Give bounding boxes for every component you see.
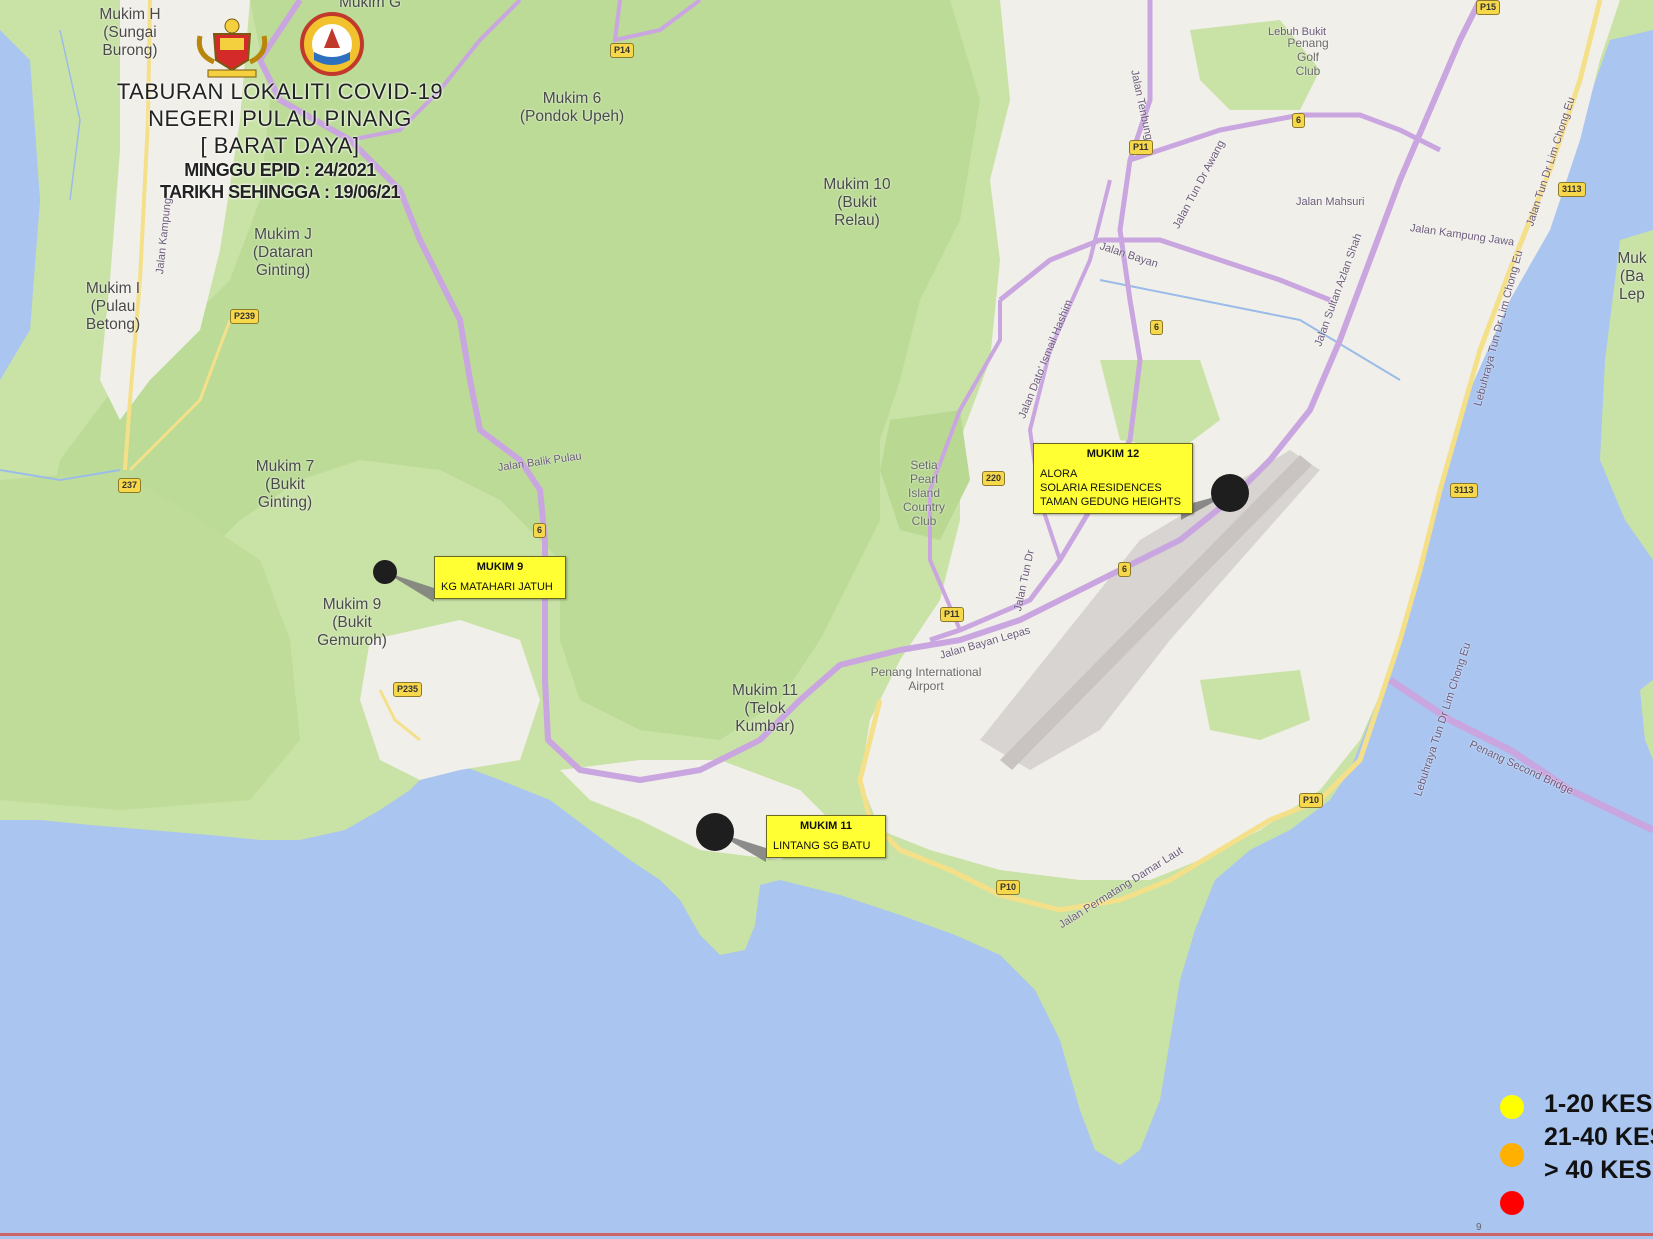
- route-p239-shield: P239: [230, 309, 260, 324]
- callout-mukim-12-title: MUKIM 12: [1086, 448, 1140, 460]
- footer-line: [0, 1233, 1653, 1236]
- callout-mukim-12: MUKIM 12 ALORA SOLARIA RESIDENCES TAMAN GED…: [1033, 443, 1193, 514]
- map-title-block: TABURAN LOKALITI COVID-19 NEGERI PULAU P…: [100, 78, 460, 203]
- title-date: TARIKH SEHINGGA : 19/06/21: [159, 182, 401, 202]
- route-p10-shield-b: P10: [996, 880, 1021, 895]
- mukim-i-label: Mukim I (Pulau Betong): [85, 280, 141, 333]
- callout-mukim-11-locality-0: LINTANG SG BATU: [773, 840, 871, 852]
- malaysia-coat-of-arms-logo: [192, 14, 272, 80]
- route-p235-shield: P235: [393, 682, 423, 697]
- route-237-shield: 237: [118, 478, 142, 493]
- mukim-11-label: Mukim 11 (Telok Kumbar): [731, 682, 799, 735]
- title-line-2: NEGERI PULAU PINANG: [148, 106, 412, 131]
- callout-mukim-9-title: MUKIM 9: [476, 561, 524, 573]
- jalan-mahsuri-label: Jalan Mahsuri: [1296, 196, 1365, 208]
- legend-dot-over-40: [1500, 1191, 1524, 1215]
- route-6-shield-b: 6: [1150, 320, 1164, 335]
- callout-mukim-11: MUKIM 11 LINTANG SG BATU: [766, 815, 886, 858]
- route-3113-shield-b: 3113: [1450, 483, 1478, 498]
- mukim-6-label: Mukim 6 (Pondok Upeh): [519, 90, 625, 125]
- legend-dot-1-20: [1500, 1095, 1524, 1119]
- route-6-shield-a: 6: [1292, 113, 1306, 128]
- callout-mukim-9: MUKIM 9 KG MATAHARI JATUH: [434, 556, 566, 599]
- legend-label-1-20: 1-20 KES: [1544, 1090, 1653, 1118]
- mukim-7-label: Mukim 7 (Bukit Ginting): [255, 458, 315, 511]
- route-6-shield-d: 6: [1118, 562, 1132, 577]
- title-epid-week: MINGGU EPID : 24/2021: [184, 160, 376, 180]
- state-health-department-logo: [300, 12, 364, 76]
- lebuh-bukit-label: Lebuh Bukit: [1268, 26, 1327, 38]
- mukim-h-label: Mukim H (Sungai Burong): [99, 6, 161, 59]
- route-p11-shield: P11: [1129, 140, 1153, 155]
- route-6-shield-c: 6: [533, 523, 547, 538]
- route-220-shield: 220: [982, 471, 1006, 486]
- callout-mukim-11-title: MUKIM 11: [800, 820, 852, 832]
- callout-mukim-12-locality-2: TAMAN GEDUNG HEIGHTS: [1040, 496, 1181, 508]
- route-p15-shield: P15: [1476, 0, 1501, 15]
- route-p10-shield-a: P10: [1299, 793, 1324, 808]
- route-3113-shield-a: 3113: [1558, 182, 1586, 197]
- callout-mukim-9-locality-0: KG MATAHARI JATUH: [441, 581, 553, 593]
- mukim-j-label: Mukim J (Dataran Ginting): [252, 226, 314, 279]
- legend-dot-21-40: [1500, 1143, 1524, 1167]
- mukim-10-label: Mukim 10 (Bukit Relau): [823, 176, 891, 229]
- mukim-partial-label: Muk (Ba Lep: [1617, 250, 1647, 303]
- title-line-3: [ BARAT DAYA]: [200, 133, 360, 158]
- page-number: 9: [1476, 1222, 1482, 1233]
- route-p14-shield: P14: [610, 43, 635, 58]
- map-canvas[interactable]: TABURAN LOKALITI COVID-19 NEGERI PULAU P…: [0, 0, 1653, 1239]
- setia-pearl-label: Setia Pearl Island Country Club: [902, 458, 946, 528]
- case-marker-mukim-9[interactable]: [373, 560, 397, 584]
- legend-label-over-40: > 40 KES: [1544, 1156, 1652, 1184]
- title-line-1: TABURAN LOKALITI COVID-19: [116, 79, 444, 104]
- route-p11-shield-b: P11: [940, 607, 964, 622]
- mukim-9-label: Mukim 9 (Bukit Gemuroh): [317, 596, 387, 649]
- mukim-g-label: Mukim G: [339, 0, 401, 11]
- airport-label: Penang International Airport: [870, 665, 982, 693]
- penang-golf-club-label: Penang Golf Club: [1287, 36, 1329, 78]
- callout-mukim-12-locality-1: SOLARIA RESIDENCES: [1040, 482, 1162, 494]
- case-marker-mukim-11[interactable]: [696, 813, 734, 851]
- callout-mukim-12-locality-0: ALORA: [1040, 468, 1078, 480]
- case-marker-mukim-12[interactable]: [1211, 474, 1249, 512]
- legend-label-21-40: 21-40 KES: [1544, 1123, 1653, 1151]
